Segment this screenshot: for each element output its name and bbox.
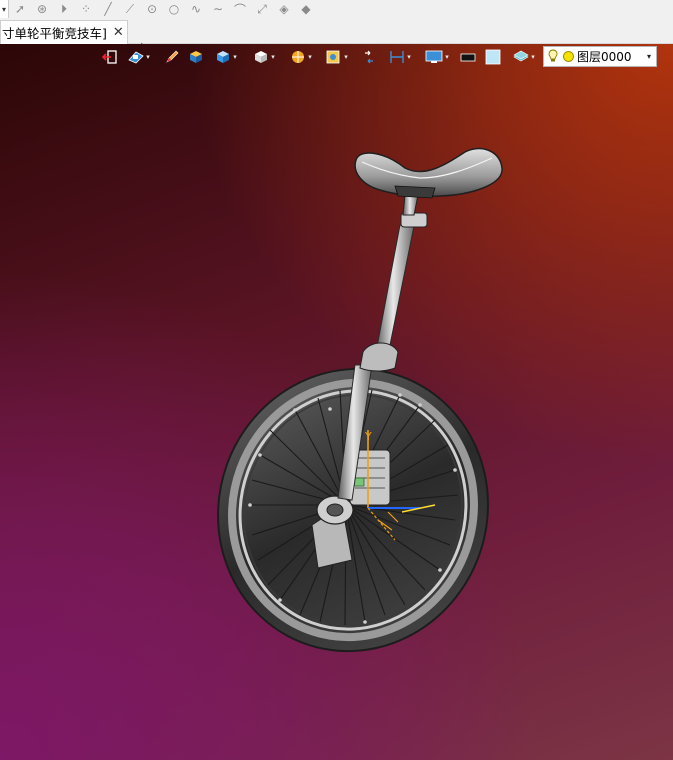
unicycle-model[interactable]: Y (0, 0, 673, 760)
axis-y-icon: Y (364, 430, 372, 443)
saddle (354, 147, 503, 199)
